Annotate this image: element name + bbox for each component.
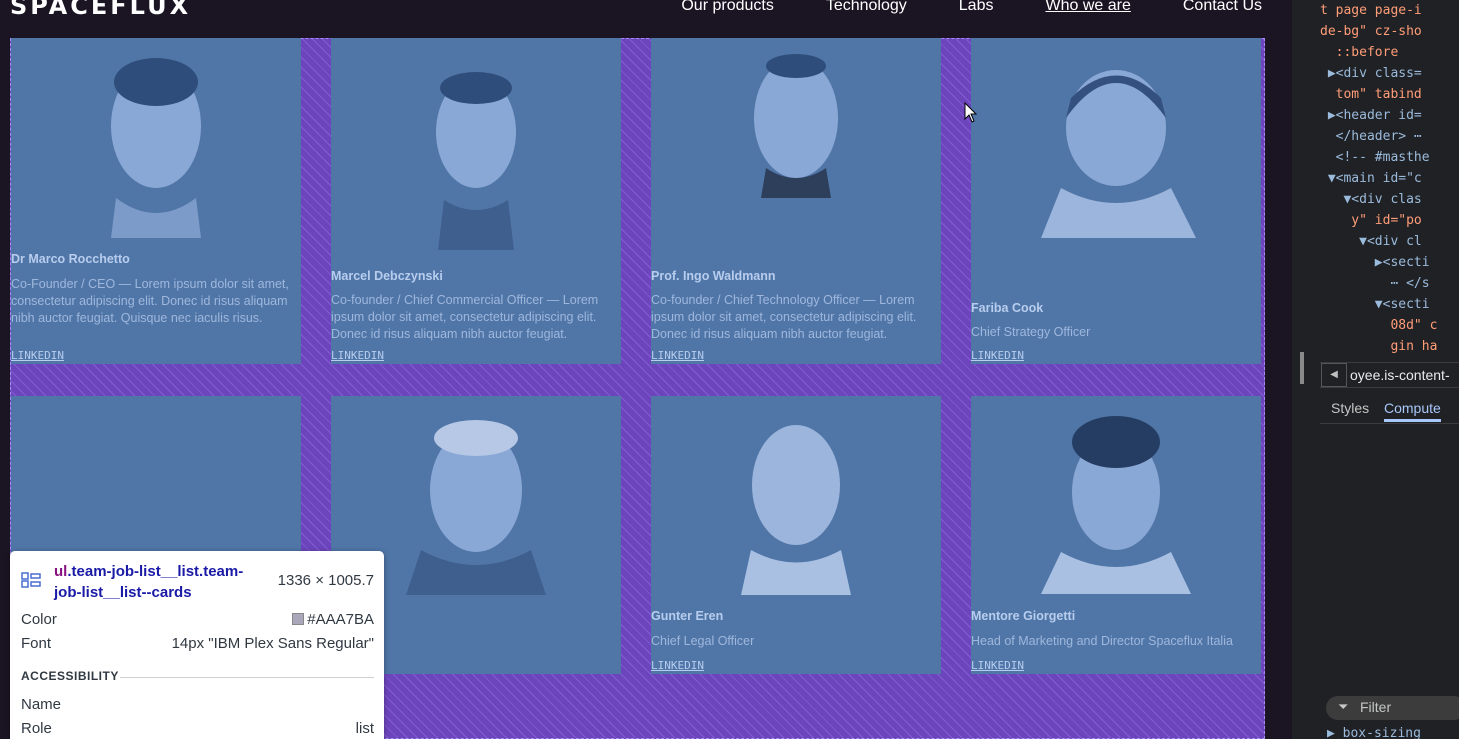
nav-contact-us[interactable]: Contact Us [1183, 0, 1262, 15]
member-name: Gunter Eren [651, 609, 724, 623]
tab-computed[interactable]: Compute [1384, 400, 1441, 422]
dom-node-line[interactable]: <!-- #masthe [1320, 147, 1459, 168]
color-row: Color #AAA7BA [21, 611, 374, 628]
linkedin-link[interactable]: LINKEDIN [651, 349, 704, 362]
dom-node-line[interactable]: ▼<div clas [1320, 189, 1459, 210]
portrait-image [111, 58, 201, 238]
filter-input[interactable]: ⏷ Filter [1326, 696, 1459, 720]
dom-node-line[interactable]: ::before [1320, 42, 1459, 63]
dom-node-line[interactable]: ▶<header id= [1320, 105, 1459, 126]
font-row: Font 14px "IBM Plex Sans Regular" [21, 635, 374, 652]
portrait-image [1041, 416, 1191, 594]
member-name: Prof. Ingo Waldmann [651, 269, 776, 283]
portrait-image [436, 72, 516, 250]
accessibility-heading: ACCESSIBILITY [21, 669, 119, 683]
dom-node-line[interactable]: ▶<div class= [1320, 63, 1459, 84]
team-card[interactable]: Prof. Ingo Waldmann Co-founder / Chief T… [651, 38, 941, 364]
devtools-resize-handle[interactable] [1300, 352, 1304, 384]
element-tag: ul [54, 563, 68, 580]
portrait-image [741, 425, 851, 595]
dom-node-line[interactable]: ▶<secti [1320, 252, 1459, 273]
breadcrumb-left-arrow-icon[interactable]: ◀ [1321, 363, 1347, 387]
screenshot: SPACEFLUX Our products Technology Labs W… [0, 0, 1459, 739]
a11y-role-label: Role [21, 720, 52, 737]
computed-property[interactable]: ▶ box-sizing [1327, 726, 1421, 739]
linkedin-link[interactable]: LINKEDIN [971, 659, 1024, 672]
nav-who-we-are[interactable]: Who we are [1045, 0, 1130, 15]
element-dimensions: 1336 × 1005.7 [277, 572, 374, 589]
linkedin-link[interactable]: LINKEDIN [971, 349, 1024, 362]
devtools-subtabs: Styles Compute [1320, 392, 1459, 424]
dom-node-line[interactable]: y" id="po [1320, 210, 1459, 231]
color-value: #AAA7BA [307, 611, 374, 628]
nav-technology[interactable]: Technology [826, 0, 907, 15]
filter-icon: ⏷ [1338, 699, 1349, 714]
member-name: Mentore Giorgetti [971, 609, 1076, 623]
dom-node-line[interactable]: ⋯ </s [1320, 273, 1459, 294]
font-label: Font [21, 635, 52, 652]
dom-node-line[interactable]: ▼<main id="c [1320, 168, 1459, 189]
nav-labs[interactable]: Labs [959, 0, 994, 15]
nav-our-products[interactable]: Our products [681, 0, 773, 15]
member-role: Co-founder / Chief Technology Officer — … [651, 293, 917, 341]
dom-node-line[interactable]: </header> ⋯ [1320, 126, 1459, 147]
portrait-image [1041, 70, 1196, 238]
member-name: Fariba Cook [971, 301, 1044, 315]
portrait-image [754, 54, 838, 198]
team-card[interactable]: Marcel Debczynski Co-founder / Chief Com… [331, 38, 621, 364]
a11y-role-row: Role list [21, 720, 374, 737]
dom-breadcrumb: ◀ oyee.is-content- [1320, 362, 1459, 388]
element-classes: .team-job-list__list.team-job-list__list… [54, 563, 244, 601]
inspect-tooltip: ul.team-job-list__list.team-job-list__li… [10, 551, 384, 739]
color-label: Color [21, 611, 57, 628]
grid-layout-icon [21, 572, 41, 588]
member-name: Dr Marco Rocchetto [11, 252, 130, 266]
member-name: Marcel Debczynski [331, 269, 443, 283]
a11y-name-row: Name [21, 696, 374, 713]
filter-placeholder: Filter [1360, 699, 1392, 715]
a11y-name-label: Name [21, 696, 62, 713]
dom-node-line[interactable]: tom" tabind [1320, 84, 1459, 105]
member-role: Co-founder / Chief Commercial Officer — … [331, 293, 599, 341]
site-header: SPACEFLUX Our products Technology Labs W… [0, 0, 1292, 38]
font-value: 14px "IBM Plex Sans Regular" [171, 635, 374, 652]
color-swatch [292, 613, 305, 625]
breadcrumb-item[interactable]: oyee.is-content- [1350, 367, 1450, 383]
dom-node-line[interactable]: ▼<div cl [1320, 231, 1459, 252]
main-nav: Our products Technology Labs Who we are … [681, 0, 1262, 15]
element-selector: ul.team-job-list__list.team-job-list__li… [54, 561, 269, 603]
linkedin-link[interactable]: LINKEDIN [331, 349, 384, 362]
team-card[interactable]: Gunter Eren Chief Legal Officer LINKEDIN [651, 396, 941, 674]
dom-node-line[interactable]: gin ha [1320, 336, 1459, 357]
dom-node-line[interactable]: 08d" c [1320, 315, 1459, 336]
tab-styles[interactable]: Styles [1331, 400, 1369, 416]
a11y-role-value: list [355, 720, 374, 737]
elements-tree[interactable]: t page page-i de-bg" cz-sho ::before ▶<di… [1320, 0, 1459, 360]
member-role: Chief Legal Officer [651, 634, 755, 648]
dom-node-line[interactable]: t page page-i [1320, 0, 1459, 21]
mouse-cursor-icon [964, 102, 978, 123]
divider [120, 677, 374, 678]
team-card[interactable]: Mentore Giorgetti Head of Marketing and … [971, 396, 1261, 674]
linkedin-link[interactable]: LINKEDIN [651, 659, 704, 672]
portrait-image [406, 420, 546, 595]
team-card[interactable]: Fariba Cook Chief Strategy Officer LINKE… [971, 38, 1261, 364]
dom-node-line[interactable]: de-bg" cz-sho [1320, 21, 1459, 42]
spaceflux-logo[interactable]: SPACEFLUX [10, 0, 191, 20]
dom-node-line[interactable]: ▼<secti [1320, 294, 1459, 315]
member-role: Co-Founder / CEO — Lorem ipsum dolor sit… [11, 277, 289, 325]
member-role: Chief Strategy Officer [971, 325, 1091, 339]
linkedin-link[interactable]: LINKEDIN [11, 349, 64, 362]
team-card[interactable]: Dr Marco Rocchetto Co-Founder / CEO — Lo… [11, 38, 301, 364]
member-role: Head of Marketing and Director Spaceflux… [971, 634, 1233, 648]
